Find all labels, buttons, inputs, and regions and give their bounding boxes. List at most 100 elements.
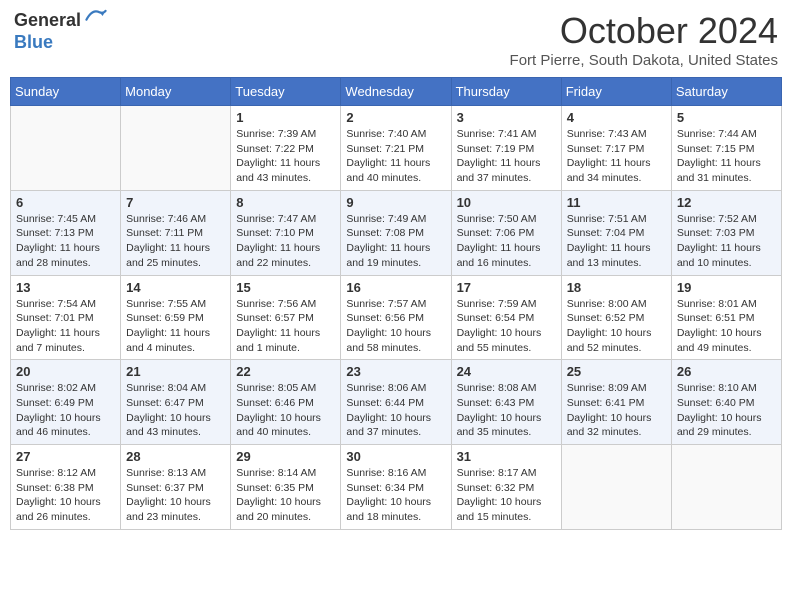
calendar-cell: 25 Sunrise: 8:09 AMSunset: 6:41 PMDayligh… — [561, 360, 671, 445]
calendar-cell — [11, 106, 121, 191]
month-title: October 2024 — [510, 10, 778, 52]
day-info: Sunrise: 7:50 AMSunset: 7:06 PMDaylight:… — [457, 212, 556, 271]
calendar-cell: 24 Sunrise: 8:08 AMSunset: 6:43 PMDayligh… — [451, 360, 561, 445]
calendar-cell: 19 Sunrise: 8:01 AMSunset: 6:51 PMDayligh… — [671, 275, 781, 360]
day-number: 26 — [677, 364, 776, 379]
calendar-cell: 16 Sunrise: 7:57 AMSunset: 6:56 PMDayligh… — [341, 275, 451, 360]
calendar-cell: 21 Sunrise: 8:04 AMSunset: 6:47 PMDayligh… — [121, 360, 231, 445]
day-number: 25 — [567, 364, 666, 379]
week-row-4: 20Sunrise: 8:02 AMSunset: 6:49 PMDayligh… — [11, 360, 782, 445]
day-info: Sunrise: 7:56 AMSunset: 6:57 PMDaylight:… — [236, 297, 335, 356]
calendar-cell — [671, 445, 781, 530]
calendar-cell: 12 Sunrise: 7:52 AMSunset: 7:03 PMDayligh… — [671, 190, 781, 275]
calendar-cell: 11Sunrise: 7:51 AMSunset: 7:04 PMDayligh… — [561, 190, 671, 275]
day-info: Sunrise: 8:08 AMSunset: 6:43 PMDaylight:… — [457, 381, 556, 440]
calendar-cell: 6 Sunrise: 7:45 AMSunset: 7:13 PMDaylight… — [11, 190, 121, 275]
day-number: 12 — [677, 195, 776, 210]
week-row-5: 27 Sunrise: 8:12 AMSunset: 6:38 PMDayligh… — [11, 445, 782, 530]
day-number: 9 — [346, 195, 445, 210]
day-info: Sunrise: 7:44 AMSunset: 7:15 PMDaylight:… — [677, 127, 776, 186]
day-info: Sunrise: 7:55 AMSunset: 6:59 PMDaylight:… — [126, 297, 225, 356]
day-info: Sunrise: 7:39 AMSunset: 7:22 PMDaylight:… — [236, 127, 335, 186]
calendar-cell: 20Sunrise: 8:02 AMSunset: 6:49 PMDayligh… — [11, 360, 121, 445]
day-info: Sunrise: 7:59 AMSunset: 6:54 PMDaylight:… — [457, 297, 556, 356]
calendar-cell: 3Sunrise: 7:41 AMSunset: 7:19 PMDaylight… — [451, 106, 561, 191]
logo: General Blue — [14, 10, 107, 53]
day-number: 18 — [567, 280, 666, 295]
col-sunday: Sunday — [11, 78, 121, 106]
logo-general: General — [14, 10, 81, 32]
week-row-3: 13Sunrise: 7:54 AMSunset: 7:01 PMDayligh… — [11, 275, 782, 360]
day-info: Sunrise: 8:09 AMSunset: 6:41 PMDaylight:… — [567, 381, 666, 440]
calendar-cell: 26 Sunrise: 8:10 AMSunset: 6:40 PMDayligh… — [671, 360, 781, 445]
calendar-cell: 22 Sunrise: 8:05 AMSunset: 6:46 PMDayligh… — [231, 360, 341, 445]
col-thursday: Thursday — [451, 78, 561, 106]
day-info: Sunrise: 8:12 AMSunset: 6:38 PMDaylight:… — [16, 466, 115, 525]
calendar-cell: 28 Sunrise: 8:13 AMSunset: 6:37 PMDayligh… — [121, 445, 231, 530]
day-number: 6 — [16, 195, 115, 210]
calendar-cell: 15 Sunrise: 7:56 AMSunset: 6:57 PMDayligh… — [231, 275, 341, 360]
calendar-cell: 18Sunrise: 8:00 AMSunset: 6:52 PMDayligh… — [561, 275, 671, 360]
calendar-cell: 27 Sunrise: 8:12 AMSunset: 6:38 PMDayligh… — [11, 445, 121, 530]
calendar-cell — [121, 106, 231, 191]
day-info: Sunrise: 7:47 AMSunset: 7:10 PMDaylight:… — [236, 212, 335, 271]
calendar-cell: 23Sunrise: 8:06 AMSunset: 6:44 PMDayligh… — [341, 360, 451, 445]
calendar-header-row: Sunday Monday Tuesday Wednesday Thursday… — [11, 78, 782, 106]
day-number: 16 — [346, 280, 445, 295]
calendar-cell: 13Sunrise: 7:54 AMSunset: 7:01 PMDayligh… — [11, 275, 121, 360]
day-number: 30 — [346, 449, 445, 464]
calendar-cell: 9 Sunrise: 7:49 AMSunset: 7:08 PMDaylight… — [341, 190, 451, 275]
day-number: 19 — [677, 280, 776, 295]
day-number: 7 — [126, 195, 225, 210]
logo-blue: Blue — [14, 32, 81, 54]
day-info: Sunrise: 7:46 AMSunset: 7:11 PMDaylight:… — [126, 212, 225, 271]
day-info: Sunrise: 8:16 AMSunset: 6:34 PMDaylight:… — [346, 466, 445, 525]
day-number: 3 — [457, 110, 556, 125]
calendar-cell: 14 Sunrise: 7:55 AMSunset: 6:59 PMDayligh… — [121, 275, 231, 360]
day-info: Sunrise: 7:57 AMSunset: 6:56 PMDaylight:… — [346, 297, 445, 356]
day-info: Sunrise: 8:06 AMSunset: 6:44 PMDaylight:… — [346, 381, 445, 440]
calendar-cell: 5Sunrise: 7:44 AMSunset: 7:15 PMDaylight… — [671, 106, 781, 191]
day-number: 10 — [457, 195, 556, 210]
calendar-cell — [561, 445, 671, 530]
day-number: 24 — [457, 364, 556, 379]
day-info: Sunrise: 8:10 AMSunset: 6:40 PMDaylight:… — [677, 381, 776, 440]
day-number: 8 — [236, 195, 335, 210]
day-number: 21 — [126, 364, 225, 379]
page-header: General Blue October 2024 Fort Pierre, S… — [10, 10, 782, 69]
day-number: 22 — [236, 364, 335, 379]
day-number: 28 — [126, 449, 225, 464]
calendar-cell: 10 Sunrise: 7:50 AMSunset: 7:06 PMDayligh… — [451, 190, 561, 275]
day-info: Sunrise: 7:40 AMSunset: 7:21 PMDaylight:… — [346, 127, 445, 186]
calendar-cell: 4Sunrise: 7:43 AMSunset: 7:17 PMDaylight… — [561, 106, 671, 191]
day-number: 1 — [236, 110, 335, 125]
col-tuesday: Tuesday — [231, 78, 341, 106]
day-number: 20 — [16, 364, 115, 379]
day-info: Sunrise: 8:13 AMSunset: 6:37 PMDaylight:… — [126, 466, 225, 525]
day-info: Sunrise: 8:01 AMSunset: 6:51 PMDaylight:… — [677, 297, 776, 356]
day-info: Sunrise: 8:05 AMSunset: 6:46 PMDaylight:… — [236, 381, 335, 440]
calendar-cell: 31Sunrise: 8:17 AMSunset: 6:32 PMDayligh… — [451, 445, 561, 530]
day-number: 4 — [567, 110, 666, 125]
day-info: Sunrise: 8:14 AMSunset: 6:35 PMDaylight:… — [236, 466, 335, 525]
col-saturday: Saturday — [671, 78, 781, 106]
day-number: 14 — [126, 280, 225, 295]
location: Fort Pierre, South Dakota, United States — [510, 52, 778, 69]
day-info: Sunrise: 7:49 AMSunset: 7:08 PMDaylight:… — [346, 212, 445, 271]
week-row-1: 1 Sunrise: 7:39 AMSunset: 7:22 PMDaylight… — [11, 106, 782, 191]
calendar-cell: 8 Sunrise: 7:47 AMSunset: 7:10 PMDaylight… — [231, 190, 341, 275]
day-number: 15 — [236, 280, 335, 295]
day-number: 27 — [16, 449, 115, 464]
calendar-cell: 17Sunrise: 7:59 AMSunset: 6:54 PMDayligh… — [451, 275, 561, 360]
day-number: 11 — [567, 195, 666, 210]
calendar-cell: 29Sunrise: 8:14 AMSunset: 6:35 PMDayligh… — [231, 445, 341, 530]
week-row-2: 6 Sunrise: 7:45 AMSunset: 7:13 PMDaylight… — [11, 190, 782, 275]
day-info: Sunrise: 7:45 AMSunset: 7:13 PMDaylight:… — [16, 212, 115, 271]
calendar-cell: 2Sunrise: 7:40 AMSunset: 7:21 PMDaylight… — [341, 106, 451, 191]
calendar-cell: 30 Sunrise: 8:16 AMSunset: 6:34 PMDayligh… — [341, 445, 451, 530]
day-info: Sunrise: 8:04 AMSunset: 6:47 PMDaylight:… — [126, 381, 225, 440]
calendar-cell: 7 Sunrise: 7:46 AMSunset: 7:11 PMDaylight… — [121, 190, 231, 275]
calendar-cell: 1 Sunrise: 7:39 AMSunset: 7:22 PMDaylight… — [231, 106, 341, 191]
day-number: 13 — [16, 280, 115, 295]
day-info: Sunrise: 7:52 AMSunset: 7:03 PMDaylight:… — [677, 212, 776, 271]
